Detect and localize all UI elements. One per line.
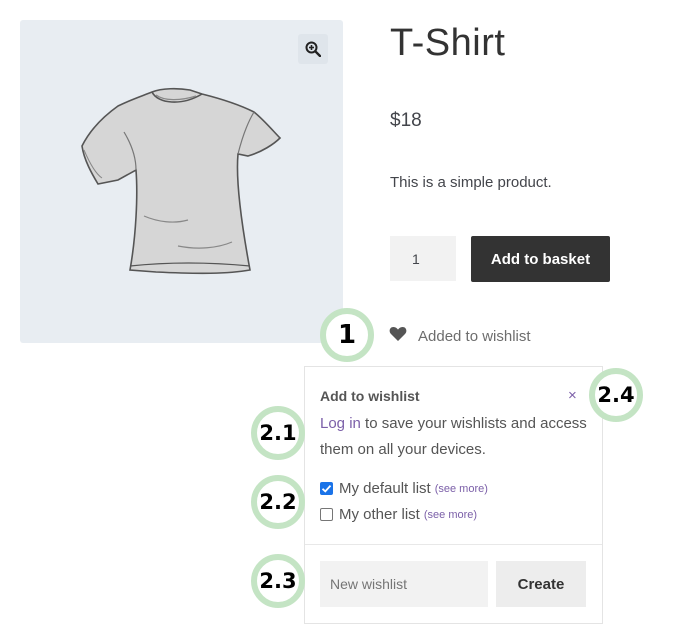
- wishlist-option-other[interactable]: My other list (see more): [320, 506, 477, 523]
- product-title: T-Shirt: [390, 22, 506, 64]
- login-message-text: to save your wishlists and access them o…: [320, 415, 587, 458]
- add-to-basket-button[interactable]: Add to basket: [471, 236, 610, 282]
- popup-title: Add to wishlist: [320, 388, 420, 404]
- added-to-wishlist-text: Added to wishlist: [418, 328, 531, 345]
- create-button[interactable]: Create: [496, 561, 586, 607]
- checkmark-icon: [321, 484, 332, 493]
- see-more-link[interactable]: (see more): [435, 483, 488, 495]
- login-link[interactable]: Log in: [320, 415, 361, 432]
- wishlist-option-default[interactable]: My default list (see more): [320, 480, 488, 497]
- checkbox-checked[interactable]: [320, 482, 333, 495]
- callout-2-4: 2.4: [589, 368, 643, 422]
- callout-2-2: 2.2: [251, 475, 305, 529]
- zoom-button[interactable]: [298, 34, 328, 64]
- wishlist-option-label: My other list: [339, 506, 420, 523]
- wishlist-option-label: My default list: [339, 480, 431, 497]
- callout-2-3: 2.3: [251, 554, 305, 608]
- callout-1: 1: [320, 308, 374, 362]
- callout-2-1: 2.1: [251, 406, 305, 460]
- close-icon[interactable]: ×: [568, 387, 577, 404]
- see-more-link[interactable]: (see more): [424, 509, 477, 521]
- heart-icon[interactable]: [389, 326, 407, 342]
- popup-divider: [305, 544, 602, 545]
- quantity-input[interactable]: [390, 236, 456, 281]
- login-message: Log in to save your wishlists and access…: [320, 411, 590, 463]
- product-price: $18: [390, 110, 422, 131]
- tshirt-image: [81, 87, 282, 275]
- new-wishlist-input[interactable]: [320, 561, 488, 607]
- magnify-plus-icon: [305, 41, 321, 57]
- checkbox-unchecked[interactable]: [320, 508, 333, 521]
- product-description: This is a simple product.: [390, 174, 552, 191]
